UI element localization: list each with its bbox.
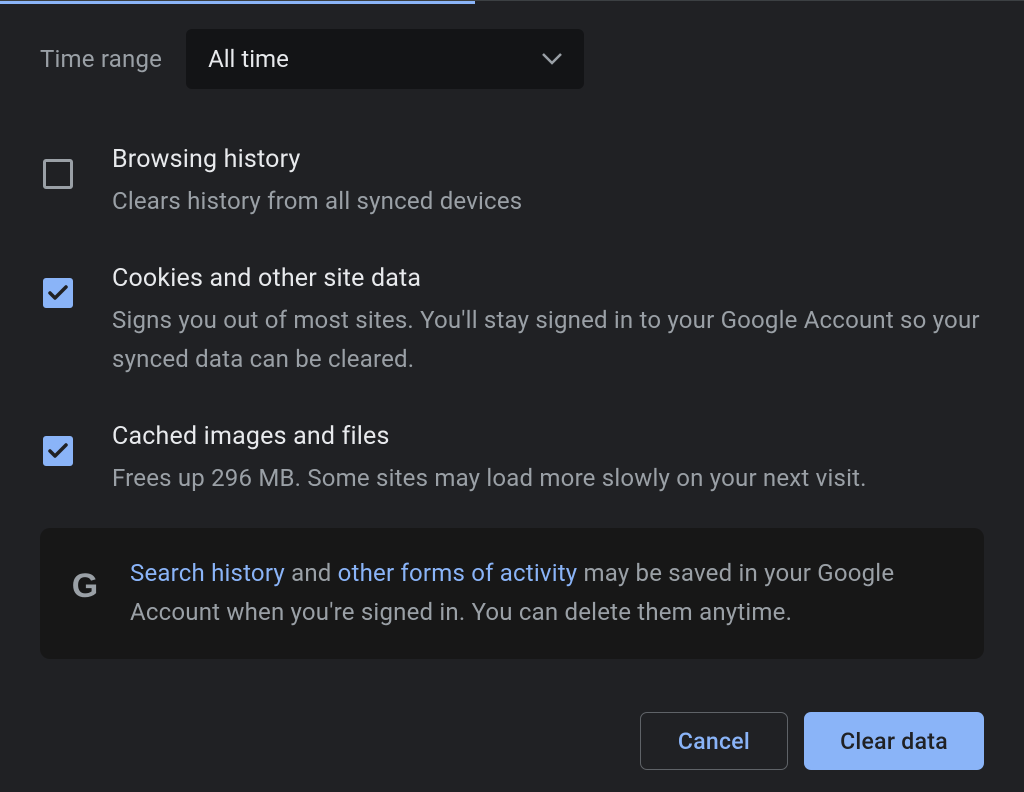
dialog-buttons: Cancel Clear data (640, 712, 984, 770)
cancel-button[interactable]: Cancel (640, 712, 788, 770)
time-range-value: All time (208, 45, 289, 73)
google-g-icon: G (64, 566, 106, 608)
clear-data-button[interactable]: Clear data (804, 712, 984, 770)
other-activity-link[interactable]: other forms of activity (338, 559, 578, 587)
option-desc: Frees up 296 MB. Some sites may load mor… (112, 459, 984, 497)
check-icon (48, 285, 68, 301)
cache-checkbox[interactable] (43, 436, 73, 466)
check-icon (48, 443, 68, 459)
option-text: Cookies and other site data Signs you ou… (112, 264, 984, 378)
dropdown-caret-icon (542, 53, 562, 65)
checkbox-slot (40, 264, 76, 308)
browsing-history-checkbox[interactable] (43, 159, 73, 189)
option-cache: Cached images and files Frees up 296 MB.… (40, 422, 984, 497)
option-title: Cached images and files (112, 422, 984, 451)
cookies-checkbox[interactable] (43, 278, 73, 308)
time-range-dropdown[interactable]: All time (186, 29, 584, 89)
option-desc: Signs you out of most sites. You'll stay… (112, 301, 984, 378)
option-browsing-history: Browsing history Clears history from all… (40, 145, 984, 220)
tab-indicator (0, 1, 475, 4)
notice-text: Search history and other forms of activi… (130, 554, 954, 633)
notice-mid1: and (285, 559, 338, 587)
time-range-row: Time range All time (40, 29, 984, 89)
option-title: Browsing history (112, 145, 984, 174)
option-text: Browsing history Clears history from all… (112, 145, 984, 220)
google-notice: G Search history and other forms of acti… (40, 528, 984, 659)
option-title: Cookies and other site data (112, 264, 984, 293)
option-text: Cached images and files Frees up 296 MB.… (112, 422, 984, 497)
dialog-content: Time range All time Browsing history Cle… (0, 1, 1024, 659)
option-desc: Clears history from all synced devices (112, 182, 984, 220)
option-cookies: Cookies and other site data Signs you ou… (40, 264, 984, 378)
checkbox-slot (40, 422, 76, 466)
checkbox-slot (40, 145, 76, 189)
search-history-link[interactable]: Search history (130, 559, 285, 587)
time-range-label: Time range (40, 45, 162, 73)
options-list: Browsing history Clears history from all… (40, 145, 984, 498)
